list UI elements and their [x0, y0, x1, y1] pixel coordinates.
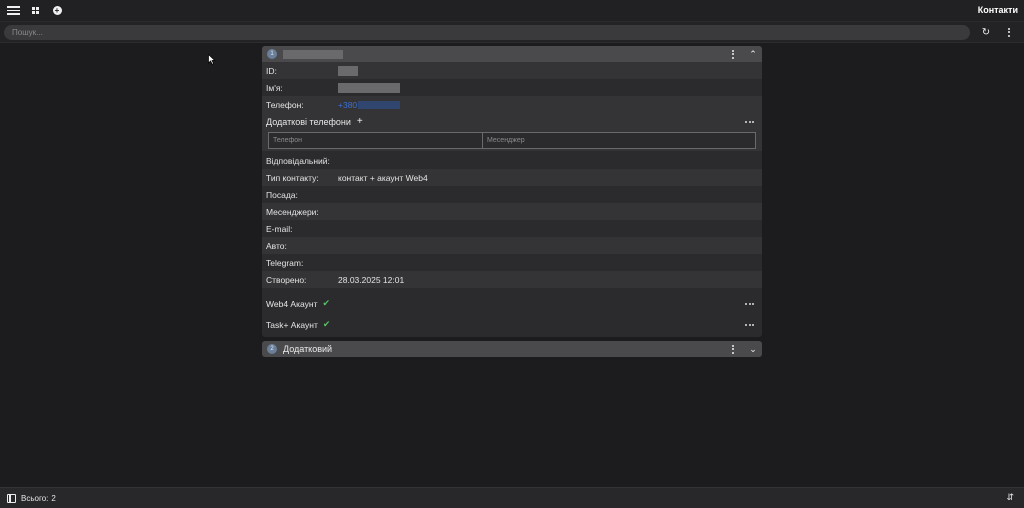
name-value-redacted — [338, 82, 400, 93]
contact-card-2: 2 Додатковий ⌄ — [262, 341, 762, 357]
field-label: Телефон: — [266, 99, 304, 110]
field-label: Ім'я: — [266, 82, 283, 93]
field-label: Авто: — [266, 240, 287, 251]
total-label: Всього: — [21, 493, 49, 503]
field-auto: Авто: — [262, 237, 762, 254]
extra-messenger-input[interactable] — [483, 132, 756, 149]
more-vert-icon[interactable] — [728, 344, 738, 354]
field-label: Тип контакту: — [266, 172, 319, 183]
collapse-all-icon[interactable]: ⇵ — [1006, 493, 1014, 502]
account-row-taskplus: Task+ Акаунт ✔ — [262, 314, 762, 335]
field-messengers: Месенджери: — [262, 203, 762, 220]
field-value: контакт + акаунт Web4 — [338, 172, 428, 183]
dashboard-icon[interactable] — [28, 4, 42, 18]
field-label: Месенджери: — [266, 206, 319, 217]
field-label: E-mail: — [266, 223, 293, 234]
card-number-badge: 1 — [267, 49, 277, 59]
field-label: Створено: — [266, 274, 307, 285]
phone-redacted — [358, 101, 401, 110]
field-contact-type: Тип контакту: контакт + акаунт Web4 — [262, 169, 762, 186]
field-name: Ім'я: — [262, 79, 762, 96]
card-header[interactable]: 1 ⌃ — [262, 46, 762, 62]
status-bar: Всього: 2 ⇵ — [0, 487, 1024, 508]
more-horiz-icon[interactable] — [745, 120, 754, 123]
extra-phone-inputs — [262, 130, 762, 151]
field-id: ID: — [262, 62, 762, 79]
check-icon: ✔ — [322, 298, 331, 308]
contact-card-1: 1 ⌃ ID: Ім'я: Телефон: +380 Додаткові те… — [262, 46, 762, 337]
account-row-web4: Web4 Акаунт ✔ — [262, 293, 762, 314]
search-input[interactable] — [4, 25, 970, 40]
check-icon: ✔ — [322, 319, 331, 329]
field-value: 28.03.2025 12:01 — [338, 274, 405, 285]
field-position: Посада: — [262, 186, 762, 203]
extra-phones-label: Додаткові телефони — [266, 116, 351, 127]
total-count: 2 — [51, 493, 56, 503]
mouse-cursor-icon — [208, 54, 216, 65]
extra-phone-input[interactable] — [268, 132, 483, 149]
add-icon[interactable]: + — [50, 4, 64, 18]
search-bar: ↻ — [0, 22, 1024, 43]
more-vert-icon[interactable] — [728, 49, 738, 59]
field-created: Створено: 28.03.2025 12:01 — [262, 271, 762, 288]
field-label: Відповідальний: — [266, 155, 330, 166]
account-label: Task+ Акаунт — [266, 319, 318, 330]
field-label: Telegram: — [266, 257, 304, 268]
field-label: ID: — [266, 65, 277, 76]
more-horiz-icon[interactable] — [745, 323, 754, 326]
account-label: Web4 Акаунт — [266, 298, 318, 309]
card-title: Додатковий — [283, 344, 333, 354]
sidebar-toggle-icon[interactable] — [7, 493, 16, 503]
card-header[interactable]: 2 Додатковий ⌄ — [262, 341, 762, 357]
card-number-badge: 2 — [267, 344, 277, 354]
field-label: Посада: — [266, 189, 298, 200]
field-responsible: Відповідальний: — [262, 152, 762, 169]
field-telegram: Telegram: — [262, 254, 762, 271]
add-phone-icon[interactable]: + — [357, 116, 363, 127]
menu-icon[interactable] — [6, 4, 20, 18]
phone-link[interactable]: +380 — [338, 99, 401, 110]
top-bar: + Контакти — [0, 0, 1024, 22]
field-email: E-mail: — [262, 220, 762, 237]
chevron-up-icon[interactable]: ⌃ — [748, 49, 758, 59]
app-title: Контакти — [977, 5, 1018, 15]
chevron-down-icon[interactable]: ⌄ — [748, 344, 758, 354]
card-title-redacted — [283, 49, 343, 59]
more-vert-icon[interactable] — [1003, 26, 1015, 38]
more-horiz-icon[interactable] — [745, 302, 754, 305]
phone-value: +380 — [338, 99, 358, 110]
field-phone: Телефон: +380 — [262, 96, 762, 113]
extra-phones-header: Додаткові телефони + — [262, 113, 762, 130]
id-value-redacted — [338, 65, 358, 76]
refresh-icon[interactable]: ↻ — [980, 26, 992, 38]
